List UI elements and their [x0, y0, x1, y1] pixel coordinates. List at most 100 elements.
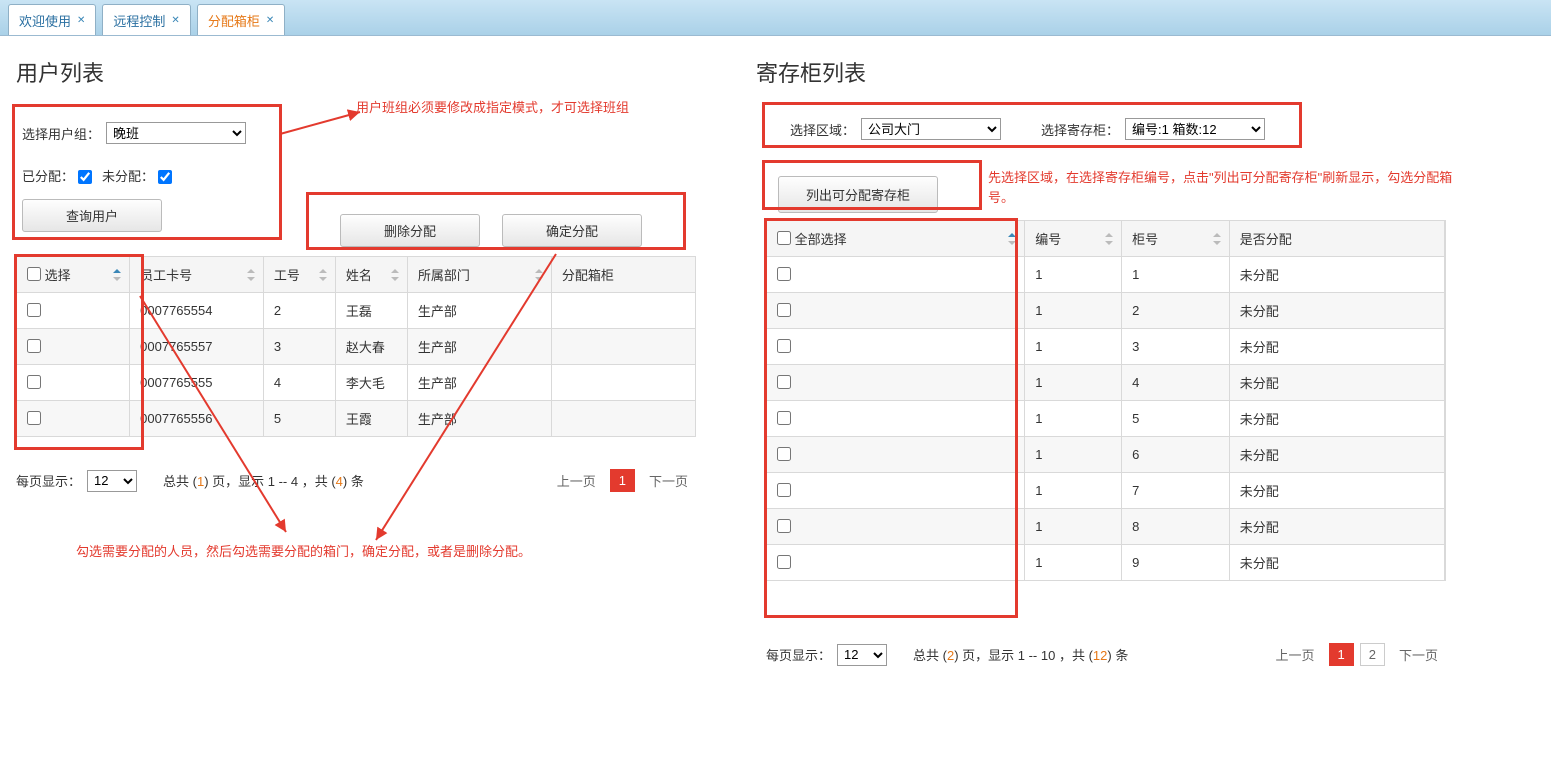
- page-number-button[interactable]: 1: [610, 469, 635, 492]
- col-select-all[interactable]: 全部选择: [767, 221, 1025, 257]
- col-box[interactable]: 柜号: [1122, 221, 1230, 257]
- table-row: 00077655573赵大春生产部: [17, 329, 696, 365]
- locker-select-label: 选择寄存柜：: [1041, 120, 1119, 139]
- confirm-assign-button[interactable]: 确定分配: [502, 214, 642, 247]
- col-label: 工号: [274, 268, 300, 283]
- row-checkbox[interactable]: [777, 447, 791, 461]
- table-header-row: 全部选择 编号 柜号 是否分配: [767, 221, 1445, 257]
- col-dept[interactable]: 所属部门: [407, 257, 551, 293]
- col-label: 全部选择: [795, 232, 847, 247]
- row-checkbox[interactable]: [777, 303, 791, 317]
- query-user-button[interactable]: 查询用户: [22, 199, 162, 232]
- cell-name: 李大毛: [335, 365, 407, 401]
- col-label: 分配箱柜: [562, 268, 614, 283]
- col-select[interactable]: 选择: [17, 257, 130, 293]
- cell-dept: 生产部: [407, 401, 551, 437]
- locker-table-wrap[interactable]: 全部选择 编号 柜号 是否分配 11未分配12未分配13未分配14未分配15未分…: [766, 220, 1446, 581]
- locker-pager: 每页显示： 12 总共 (2) 页，显示 1 -- 10 ，共 (12) 条 上…: [766, 642, 1446, 667]
- user-group-select[interactable]: 晚班: [106, 122, 246, 144]
- cell-serial: 1: [1025, 365, 1122, 401]
- assigned-label: 已分配：: [22, 166, 74, 185]
- cell-name: 赵大春: [335, 329, 407, 365]
- list-assignable-button[interactable]: 列出可分配寄存柜: [778, 176, 938, 213]
- cell-box: 4: [1122, 365, 1230, 401]
- tab-assign-locker[interactable]: 分配箱柜 ✕: [197, 4, 285, 35]
- table-row: 16未分配: [767, 437, 1445, 473]
- col-name[interactable]: 姓名: [335, 257, 407, 293]
- cell-locker: [551, 365, 695, 401]
- annotation-text: 用户班组必须要修改成指定模式，才可选择班组: [356, 98, 629, 118]
- unassigned-checkbox[interactable]: [158, 170, 172, 184]
- tab-bar: 欢迎使用 ✕ 远程控制 ✕ 分配箱柜 ✕: [0, 0, 1551, 36]
- tab-welcome[interactable]: 欢迎使用 ✕: [8, 4, 96, 35]
- prev-page-button[interactable]: 上一页: [549, 468, 604, 493]
- assign-actions-group: 删除分配 确定分配: [310, 196, 672, 265]
- per-page-select[interactable]: 12: [837, 644, 887, 666]
- row-checkbox[interactable]: [777, 519, 791, 533]
- row-checkbox[interactable]: [27, 375, 41, 389]
- unassigned-label: 未分配：: [102, 166, 154, 185]
- cell-dept: 生产部: [407, 293, 551, 329]
- cell-box: 9: [1122, 545, 1230, 581]
- cell-workno: 5: [263, 401, 335, 437]
- delete-assign-button[interactable]: 删除分配: [340, 214, 480, 247]
- close-icon[interactable]: ✕: [171, 15, 179, 26]
- cell-assigned: 未分配: [1229, 257, 1444, 293]
- select-all-checkbox[interactable]: [777, 231, 791, 245]
- per-page-select[interactable]: 12: [87, 470, 137, 492]
- cell-locker: [551, 401, 695, 437]
- close-icon[interactable]: ✕: [266, 15, 274, 26]
- close-icon[interactable]: ✕: [77, 15, 85, 26]
- row-checkbox[interactable]: [777, 375, 791, 389]
- prev-page-button[interactable]: 上一页: [1268, 642, 1323, 667]
- cell-card: 0007765555: [130, 365, 264, 401]
- cell-serial: 1: [1025, 437, 1122, 473]
- col-workno[interactable]: 工号: [263, 257, 335, 293]
- next-page-button[interactable]: 下一页: [641, 468, 696, 493]
- user-pager: 每页显示： 12 总共 (1) 页，显示 1 -- 4 ，共 (4) 条 上一页…: [16, 468, 696, 493]
- table-row: 12未分配: [767, 293, 1445, 329]
- cell-workno: 4: [263, 365, 335, 401]
- cell-locker: [551, 293, 695, 329]
- cell-assigned: 未分配: [1229, 509, 1444, 545]
- row-checkbox[interactable]: [777, 411, 791, 425]
- cell-assigned: 未分配: [1229, 545, 1444, 581]
- table-row: 00077655565王霞生产部: [17, 401, 696, 437]
- cell-serial: 1: [1025, 401, 1122, 437]
- assigned-checkbox[interactable]: [78, 170, 92, 184]
- annotation-text: 先选择区域，在选择寄存柜编号，点击"列出可分配寄存柜"刷新显示，勾选分配箱号。: [988, 168, 1468, 207]
- cell-assigned: 未分配: [1229, 365, 1444, 401]
- cell-box: 8: [1122, 509, 1230, 545]
- row-checkbox[interactable]: [777, 483, 791, 497]
- page-number-button[interactable]: 1: [1329, 643, 1354, 666]
- col-serial[interactable]: 编号: [1025, 221, 1122, 257]
- pager-summary: 总共 (1) 页，显示 1 -- 4 ，共 (4) 条: [163, 471, 364, 490]
- tab-remote[interactable]: 远程控制 ✕: [102, 4, 190, 35]
- cell-workno: 2: [263, 293, 335, 329]
- row-checkbox[interactable]: [27, 411, 41, 425]
- col-card[interactable]: 员工卡号: [130, 257, 264, 293]
- user-list-panel: 用户列表 用户班组必须要修改成指定模式，才可选择班组 勾选需要分配的人员，然后勾…: [16, 56, 716, 696]
- col-locker[interactable]: 分配箱柜: [551, 257, 695, 293]
- cell-box: 2: [1122, 293, 1230, 329]
- next-page-button[interactable]: 下一页: [1391, 642, 1446, 667]
- cell-name: 王磊: [335, 293, 407, 329]
- col-label: 柜号: [1132, 232, 1158, 247]
- col-assigned[interactable]: 是否分配: [1229, 221, 1444, 257]
- row-checkbox[interactable]: [27, 339, 41, 353]
- cell-box: 7: [1122, 473, 1230, 509]
- cell-assigned: 未分配: [1229, 473, 1444, 509]
- row-checkbox[interactable]: [777, 339, 791, 353]
- page-number-button[interactable]: 2: [1360, 643, 1385, 666]
- cell-workno: 3: [263, 329, 335, 365]
- tab-label: 远程控制: [113, 11, 165, 30]
- row-checkbox[interactable]: [777, 555, 791, 569]
- row-checkbox[interactable]: [27, 303, 41, 317]
- area-select[interactable]: 公司大门: [861, 118, 1001, 140]
- user-table: 选择 员工卡号 工号 姓名 所属部门 分配箱柜 00077655542王磊生产部…: [16, 256, 696, 437]
- col-label: 所属部门: [418, 268, 470, 283]
- select-all-checkbox[interactable]: [27, 267, 41, 281]
- per-page-label: 每页显示：: [766, 645, 831, 664]
- row-checkbox[interactable]: [777, 267, 791, 281]
- locker-select[interactable]: 编号:1 箱数:12: [1125, 118, 1265, 140]
